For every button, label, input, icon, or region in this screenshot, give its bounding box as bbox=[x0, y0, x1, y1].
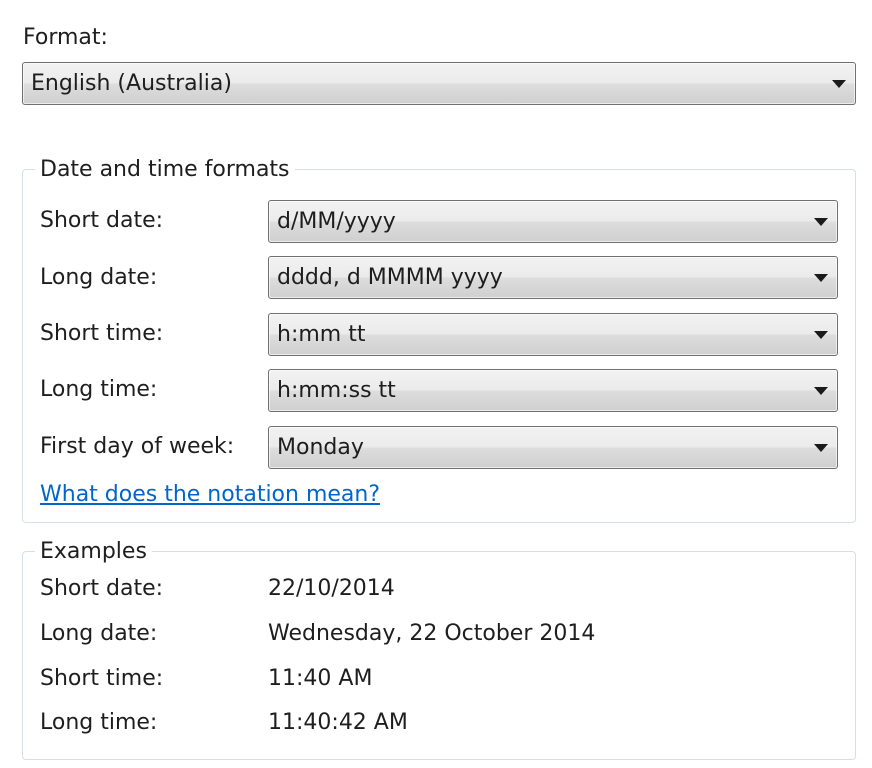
long-date-format-label: Long date: bbox=[40, 265, 158, 290]
example-short-time-label: Short time: bbox=[40, 666, 164, 691]
format-dropdown[interactable]: English (Australia) bbox=[22, 62, 856, 105]
long-time-format-value: h:mm:ss tt bbox=[277, 377, 396, 403]
example-long-time-label: Long time: bbox=[40, 710, 158, 735]
long-date-format-value: dddd, d MMMM yyyy bbox=[277, 264, 503, 290]
long-date-format-dropdown[interactable]: dddd, d MMMM yyyy bbox=[268, 256, 838, 299]
first-day-of-week-value: Monday bbox=[277, 434, 364, 460]
chevron-down-icon[interactable] bbox=[832, 79, 846, 88]
example-short-date-value: 22/10/2014 bbox=[268, 576, 395, 601]
chevron-down-icon[interactable] bbox=[814, 386, 828, 395]
example-long-time-value: 11:40:42 AM bbox=[268, 710, 408, 735]
date-time-formats-title: Date and time formats bbox=[35, 156, 295, 184]
chevron-down-icon[interactable] bbox=[814, 217, 828, 226]
short-date-format-value: d/MM/yyyy bbox=[277, 208, 396, 234]
notation-help-link[interactable]: What does the notation mean? bbox=[40, 481, 380, 509]
format-label: Format: bbox=[23, 25, 108, 50]
examples-title: Examples bbox=[35, 538, 152, 566]
example-short-date-label: Short date: bbox=[40, 576, 164, 601]
first-day-of-week-label: First day of week: bbox=[40, 434, 235, 459]
chevron-down-icon[interactable] bbox=[814, 273, 828, 282]
example-long-date-label: Long date: bbox=[40, 621, 158, 646]
short-time-format-dropdown[interactable]: h:mm tt bbox=[268, 313, 838, 356]
short-time-format-label: Short time: bbox=[40, 321, 164, 346]
chevron-down-icon[interactable] bbox=[814, 443, 828, 452]
long-time-format-dropdown[interactable]: h:mm:ss tt bbox=[268, 369, 838, 412]
chevron-down-icon[interactable] bbox=[814, 330, 828, 339]
format-dropdown-value: English (Australia) bbox=[31, 70, 232, 96]
example-short-time-value: 11:40 AM bbox=[268, 666, 373, 691]
short-date-format-dropdown[interactable]: d/MM/yyyy bbox=[268, 200, 838, 243]
short-date-format-label: Short date: bbox=[40, 208, 164, 233]
first-day-of-week-dropdown[interactable]: Monday bbox=[268, 426, 838, 469]
long-time-format-label: Long time: bbox=[40, 377, 158, 402]
short-time-format-value: h:mm tt bbox=[277, 321, 366, 347]
example-long-date-value: Wednesday, 22 October 2014 bbox=[268, 621, 596, 646]
